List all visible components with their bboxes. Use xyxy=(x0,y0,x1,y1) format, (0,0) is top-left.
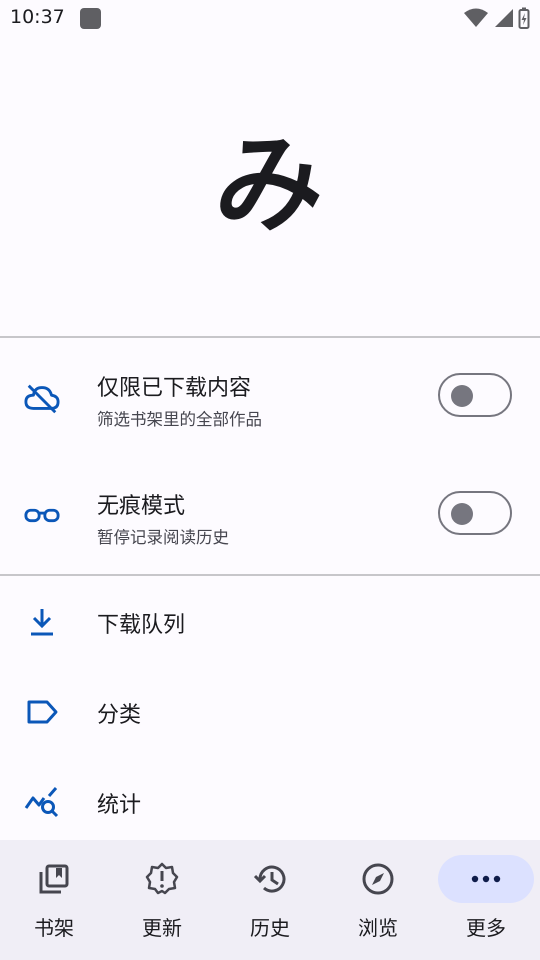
updates-icon xyxy=(145,862,179,895)
nav-more[interactable]: 更多 xyxy=(432,840,540,960)
cloud-off-icon xyxy=(24,380,60,416)
incognito-subtitle: 暂停记录阅读历史 xyxy=(97,528,229,547)
wifi-icon xyxy=(464,8,488,27)
nav-label: 更新 xyxy=(142,916,182,940)
nav-library[interactable]: 书架 xyxy=(0,840,108,960)
divider xyxy=(0,574,540,576)
nav-pill xyxy=(222,855,318,903)
menu-item-stats[interactable]: 统计 xyxy=(0,757,540,847)
library-icon xyxy=(39,864,69,894)
downloaded-only-row[interactable]: 仅限已下载内容 筛选书架里的全部作品 xyxy=(0,338,540,456)
stats-icon xyxy=(24,784,60,820)
glasses-icon xyxy=(24,497,60,533)
incognito-title: 无痕模式 xyxy=(97,494,186,519)
menu-item-label: 下载队列 xyxy=(97,613,186,638)
nav-pill xyxy=(6,855,102,903)
download-icon xyxy=(24,604,60,640)
nav-label: 历史 xyxy=(250,916,290,940)
compass-icon xyxy=(362,863,394,895)
incognito-row[interactable]: 无痕模式 暂停记录阅读历史 xyxy=(0,456,540,574)
status-bar: 10:37 xyxy=(0,0,540,36)
menu-item-label: 分类 xyxy=(97,703,142,728)
signal-icon xyxy=(495,9,513,27)
nav-label: 书架 xyxy=(34,916,74,940)
menu-item-label: 统计 xyxy=(97,793,142,818)
menu-item-categories[interactable]: 分类 xyxy=(0,667,540,757)
app-logo: み xyxy=(209,123,331,248)
nav-updates[interactable]: 更新 xyxy=(108,840,216,960)
nav-pill xyxy=(330,855,426,903)
downloaded-only-switch[interactable] xyxy=(438,373,512,417)
incognito-switch[interactable] xyxy=(438,491,512,535)
battery-icon xyxy=(518,7,530,29)
app-logo-area: み xyxy=(0,36,540,336)
downloaded-only-title: 仅限已下载内容 xyxy=(97,376,252,401)
more-icon xyxy=(471,875,501,883)
switch-knob xyxy=(451,385,473,407)
nav-label: 浏览 xyxy=(358,916,398,940)
switch-knob xyxy=(451,503,473,525)
nav-pill-active xyxy=(438,855,534,903)
app-notification-icon xyxy=(80,8,101,29)
downloaded-only-subtitle: 筛选书架里的全部作品 xyxy=(97,410,262,429)
nav-pill xyxy=(114,855,210,903)
nav-history[interactable]: 历史 xyxy=(216,840,324,960)
bottom-navigation: 书架 更新 历史 浏览 更多 xyxy=(0,840,540,960)
status-time: 10:37 xyxy=(10,6,65,28)
nav-label: 更多 xyxy=(466,916,506,940)
menu-item-download-queue[interactable]: 下载队列 xyxy=(0,577,540,667)
label-icon xyxy=(24,694,60,730)
nav-browse[interactable]: 浏览 xyxy=(324,840,432,960)
history-icon xyxy=(253,865,286,893)
